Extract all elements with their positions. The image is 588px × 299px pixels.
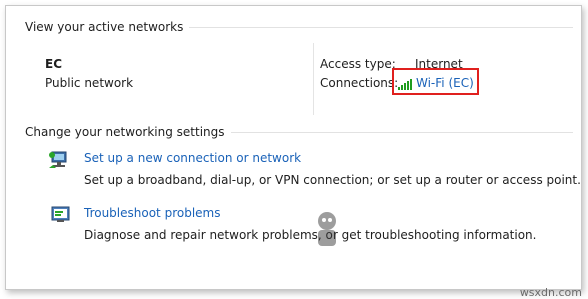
active-networks-title: View your active networks (25, 20, 184, 34)
setup-connection-link[interactable]: Set up a new connection or network (84, 151, 301, 165)
wifi-connection-link[interactable]: Wi-Fi (EC) (398, 76, 474, 90)
networking-settings-title: Change your networking settings (25, 125, 225, 139)
access-type-label: Access type: (320, 57, 396, 71)
header-divider (230, 131, 573, 133)
network-category: Public network (45, 76, 134, 90)
network-setup-icon[interactable] (48, 150, 70, 170)
networking-settings-header: Change your networking settings (25, 125, 573, 139)
network-name: EC (45, 57, 63, 71)
header-divider (189, 26, 573, 28)
wifi-connection-text[interactable]: Wi-Fi (EC) (416, 76, 474, 90)
connections-label: Connections: (320, 76, 399, 90)
setup-connection-description: Set up a broadband, dial-up, or VPN conn… (84, 173, 581, 187)
site-watermark: wsxdn.com (519, 286, 582, 299)
vertical-divider (313, 43, 314, 115)
troubleshoot-link[interactable]: Troubleshoot problems (84, 206, 220, 220)
network-sharing-panel (5, 5, 582, 290)
active-networks-header: View your active networks (25, 20, 573, 34)
troubleshoot-description: Diagnose and repair network problems, or… (84, 228, 537, 242)
wifi-signal-icon (398, 78, 412, 90)
troubleshoot-icon[interactable] (50, 204, 72, 224)
